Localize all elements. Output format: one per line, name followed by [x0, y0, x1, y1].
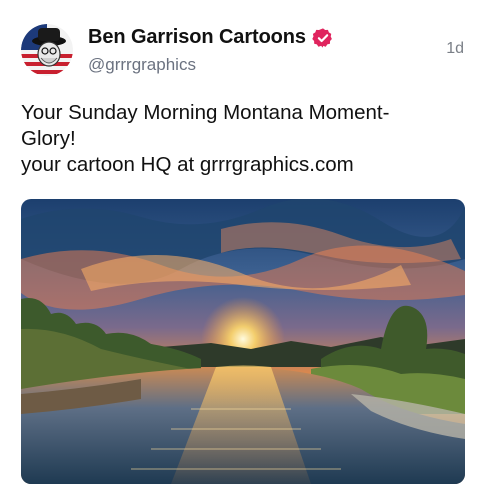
author-block: Ben Garrison Cartoons @grrrgraphics	[88, 26, 334, 75]
sunset-river-image	[21, 199, 465, 484]
post-text: Your Sunday Morning Montana Moment- Glor…	[21, 100, 471, 178]
author-name[interactable]: Ben Garrison Cartoons	[88, 26, 306, 49]
post-text-line: Your Sunday Morning Montana Moment-	[21, 101, 390, 124]
author-handle[interactable]: @grrrgraphics	[88, 55, 334, 75]
post-text-line: your cartoon HQ at grrrgraphics.com	[21, 153, 354, 176]
post-text-line: Glory!	[21, 127, 76, 150]
post-image[interactable]	[21, 199, 465, 484]
post-card[interactable]: Ben Garrison Cartoons @grrrgraphics 1d Y…	[0, 0, 486, 500]
verified-badge-icon	[312, 27, 334, 49]
avatar-icon	[21, 24, 73, 76]
post-timestamp[interactable]: 1d	[446, 40, 464, 58]
avatar[interactable]	[21, 24, 73, 76]
